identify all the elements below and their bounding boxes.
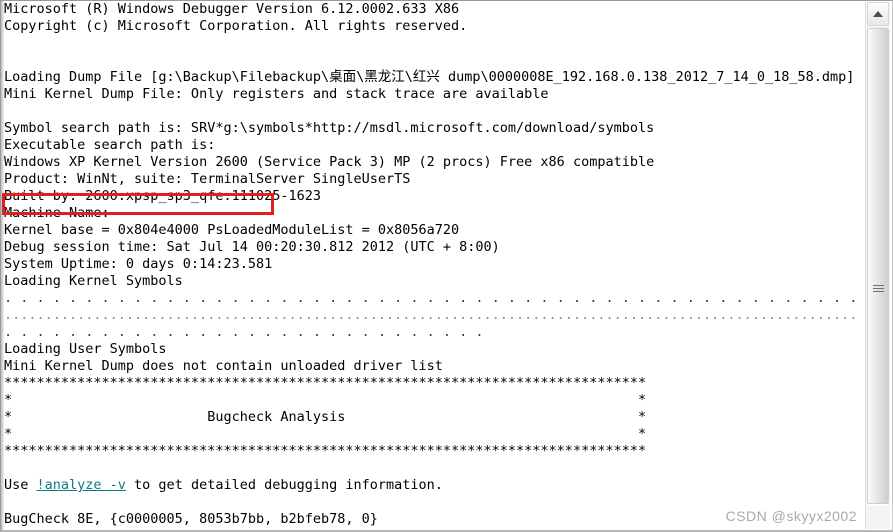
scrollbar-thumb[interactable]: [867, 28, 889, 504]
console-line: Use !analyze -v to get detailed debuggin…: [4, 477, 860, 494]
analyze-command-link[interactable]: !analyze -v: [37, 477, 126, 493]
console-line: Mini Kernel Dump does not contain unload…: [4, 358, 443, 374]
console-output-pane[interactable]: Microsoft (R) Windows Debugger Version 6…: [4, 1, 860, 526]
analyze-suffix-text: to get detailed debugging information.: [125, 477, 443, 493]
console-line: Loading Kernel Symbols: [4, 273, 183, 289]
console-line: Windows XP Kernel Version 2600 (Service …: [4, 154, 655, 170]
console-line: . . . . . . . . . . . . . . . . . . . . …: [4, 290, 860, 306]
console-line: Machine Name:: [4, 205, 110, 221]
console-line: . . . . . . . . . . . . . . . . . . . . …: [4, 324, 484, 340]
console-line: Debug session time: Sat Jul 14 00:20:30.…: [4, 239, 500, 255]
console-line: ****************************************…: [4, 443, 647, 459]
watermark-label: CSDN @skyyx2002: [725, 508, 857, 524]
console-line: ****************************************…: [4, 375, 647, 391]
windbg-output-window: Microsoft (R) Windows Debugger Version 6…: [0, 0, 893, 532]
chevron-up-icon: [873, 11, 883, 17]
console-line: * Bugcheck Analysis *: [4, 409, 647, 425]
console-line: Microsoft (R) Windows Debugger Version 6…: [4, 1, 460, 17]
vertical-scrollbar[interactable]: [865, 2, 890, 529]
console-line: Mini Kernel Dump File: Only registers an…: [4, 86, 549, 102]
console-line: Symbol search path is: SRV*g:\symbols*ht…: [4, 120, 655, 136]
console-line: Kernel base = 0x804e4000 PsLoadedModuleL…: [4, 222, 460, 238]
console-line: * *: [4, 426, 647, 442]
scrollbar-track[interactable]: [867, 28, 889, 506]
console-line: Executable search path is:: [4, 137, 216, 153]
analyze-prefix-text: Use: [4, 477, 37, 493]
console-line: Copyright (c) Microsoft Corporation. All…: [4, 18, 468, 34]
console-line: Loading User Symbols: [4, 341, 167, 357]
scrollbar-grip-icon: [873, 283, 884, 294]
console-line: ........................................…: [4, 307, 860, 323]
console-line: Built by: 2600.xpsp_sp3_qfe.111025-1623: [4, 188, 321, 204]
console-line: * *: [4, 392, 647, 408]
console-line: Loading Dump File [g:\Backup\Filebackup\…: [4, 69, 855, 85]
console-line: System Uptime: 0 days 0:14:23.581: [4, 256, 273, 272]
scrollbar-up-arrow-button[interactable]: [867, 2, 889, 26]
console-line: Product: WinNt, suite: TerminalServer Si…: [4, 171, 411, 187]
